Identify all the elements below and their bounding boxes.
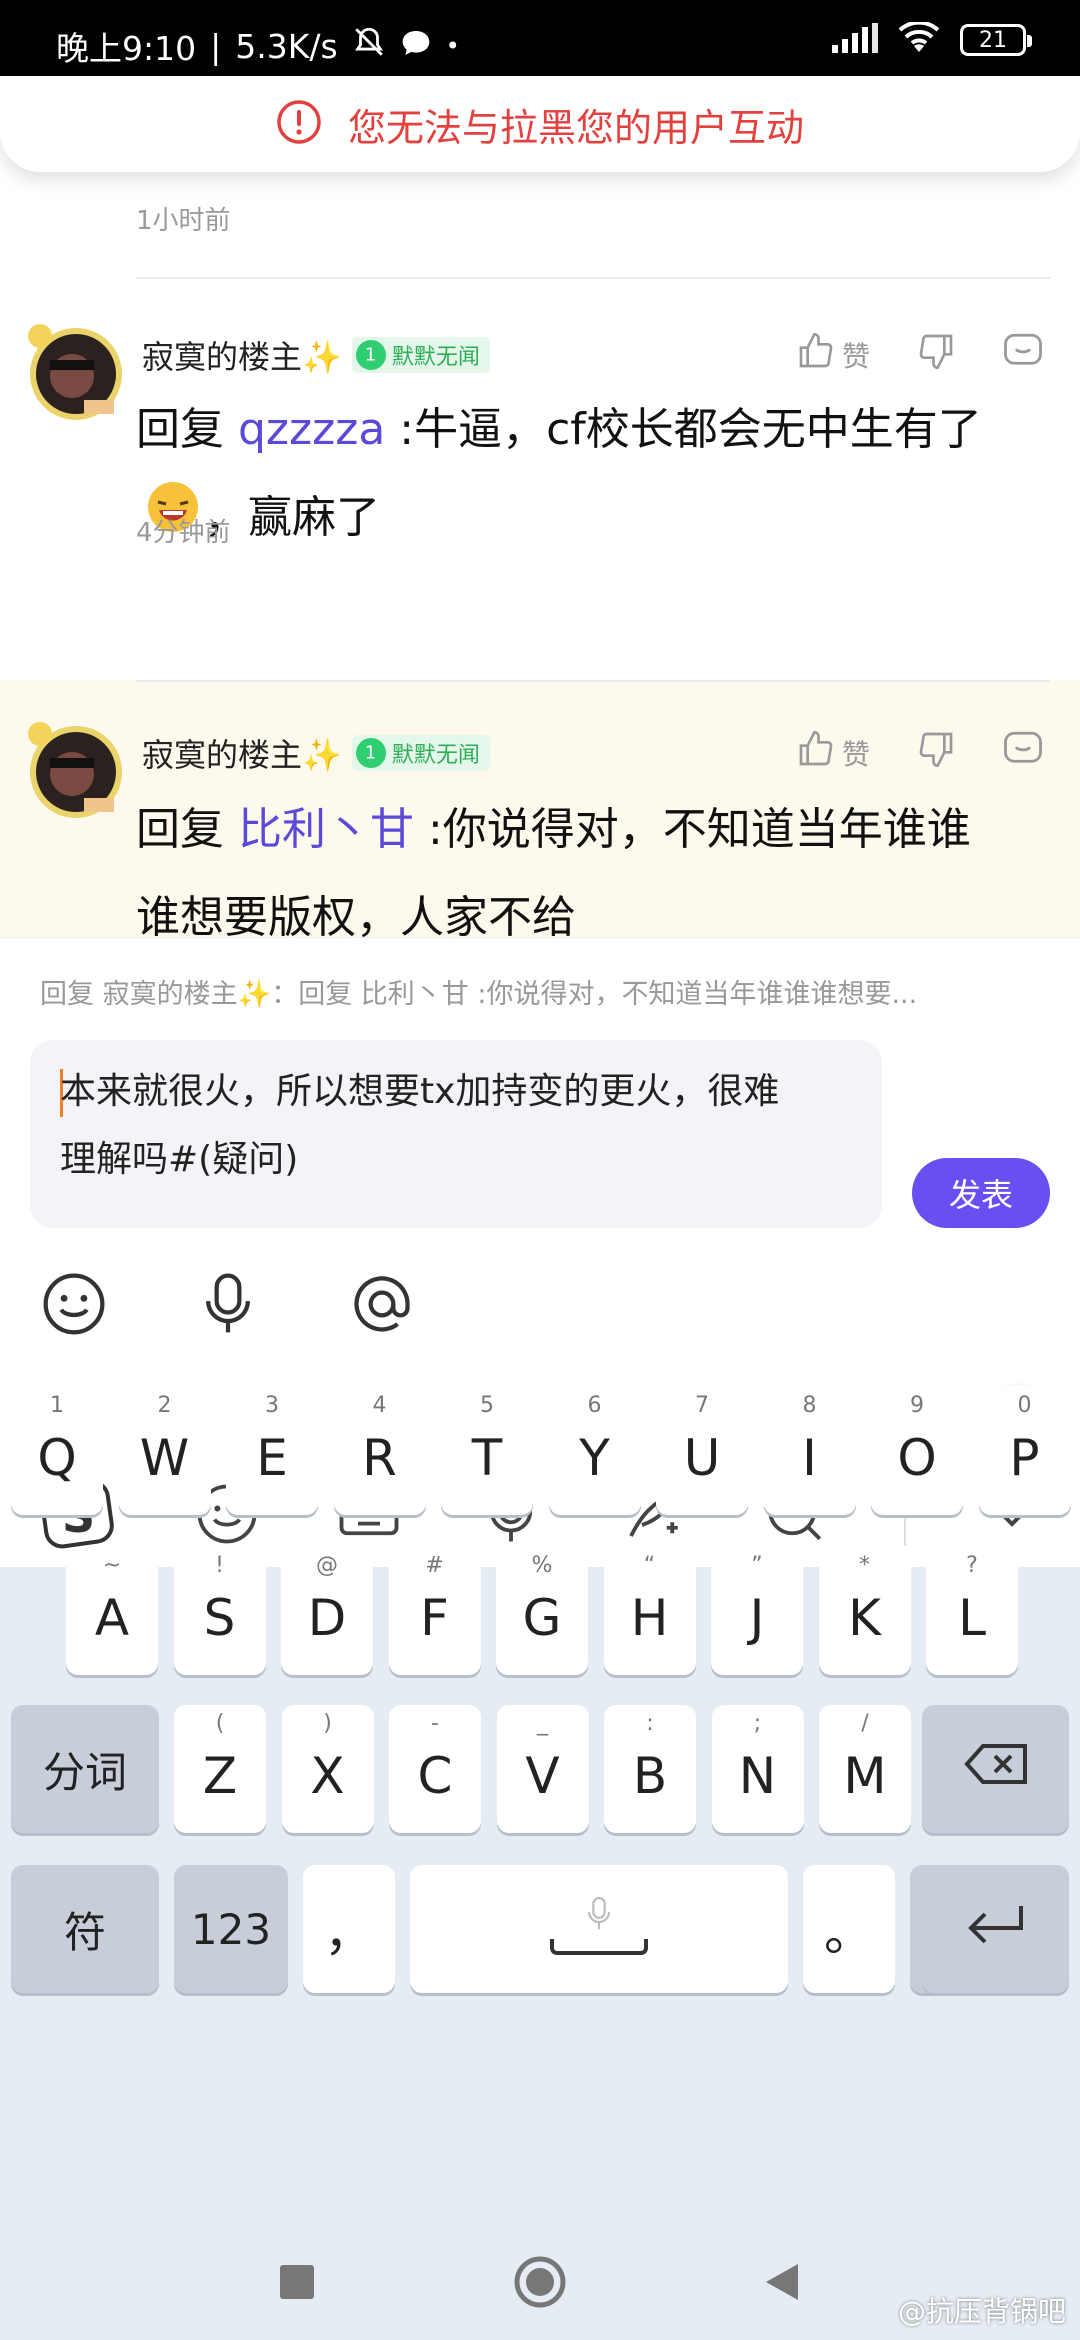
reply-target: 回复 寂寞的楼主✨：回复 比利丶甘 :你说得对，不知道当年谁谁谁想要... <box>40 979 918 1010</box>
key-p[interactable]: 0P <box>978 1387 1071 1515</box>
comment-actions: 赞 <box>796 728 1044 777</box>
dislike-button[interactable] <box>916 331 956 378</box>
key-b[interactable]: :B <box>604 1705 696 1833</box>
key-u[interactable]: 7U <box>656 1387 748 1515</box>
key-space[interactable] <box>410 1865 788 1993</box>
status-time: 晚上9:10 <box>56 29 197 68</box>
thumbs-up-icon <box>796 331 836 378</box>
comment-feed[interactable]: 1小时前 寂寞的楼主✨ 1 默默无闻 赞 回复 qzzzza:牛逼，cf校长都… <box>0 172 1080 937</box>
key-period[interactable]: 。 <box>803 1865 895 1993</box>
home-button[interactable] <box>514 2256 566 2312</box>
dot-icon: • <box>445 32 460 60</box>
network-speed: 5.3K/s <box>235 26 338 66</box>
divider <box>136 277 1050 279</box>
key-backspace[interactable] <box>922 1705 1069 1833</box>
send-button[interactable]: 发表 <box>912 1158 1050 1228</box>
key-w[interactable]: 2W <box>118 1387 211 1515</box>
warning-icon <box>276 99 322 149</box>
key-m[interactable]: / M <box>819 1705 911 1833</box>
battery-icon: 21 <box>960 24 1032 56</box>
recents-button[interactable] <box>280 2265 314 2303</box>
mute-icon <box>352 25 386 67</box>
comment-time: 4分钟前 <box>136 518 231 548</box>
key-e[interactable]: 3E <box>226 1387 318 1515</box>
key-k[interactable]: * K <box>818 1547 911 1675</box>
soft-keyboard: S 1 Q 2 W 3 E 4 R 5 T 6 Y 7 U 8 I 9 O 0 P ~ A! S @ D # F% G “H” J * <box>0 1365 1080 2340</box>
reply-panel: 回复 寂寞的楼主✨：回复 比利丶甘 :你说得对，不知道当年谁谁谁想要... 本来… <box>0 937 1080 1365</box>
comment-item[interactable]: 寂寞的楼主✨ 1 默默无闻 赞 回复 qzzzza :牛逼，cf校长都会无中生有… <box>0 280 1080 572</box>
key-y[interactable]: 6Y <box>548 1387 641 1515</box>
blocked-toast: 您无法与拉黑您的用户互动 <box>0 76 1080 172</box>
watermark: @抗压背锅吧 <box>897 2295 1066 2328</box>
key-d[interactable]: @ D <box>281 1547 373 1675</box>
key-numbers[interactable]: 123 <box>174 1865 288 1993</box>
key-i[interactable]: 8I <box>763 1387 856 1515</box>
key-f[interactable]: # F <box>388 1547 481 1675</box>
backspace-icon <box>963 1740 1029 1798</box>
key-t[interactable]: 5T <box>441 1387 533 1515</box>
comment-author[interactable]: 寂寞的楼主✨ 1 默默无闻 <box>142 332 490 378</box>
dislike-button[interactable] <box>916 729 956 776</box>
key-l[interactable]: ? L <box>926 1547 1018 1675</box>
key-comma[interactable]: ， <box>303 1865 395 1993</box>
key-o[interactable]: 9O <box>871 1387 963 1515</box>
reply-toolbar <box>40 1270 416 1342</box>
divider <box>136 680 1050 682</box>
at-mention-icon[interactable] <box>348 1270 416 1342</box>
toast-message: 您无法与拉黑您的用户互动 <box>347 105 804 150</box>
signal-icon <box>832 23 878 57</box>
key-g[interactable]: % G <box>496 1547 588 1675</box>
reply-input[interactable]: 本来就很火，所以想要tx加持变的更火，很难 理解吗#(疑问) <box>30 1040 882 1228</box>
reply-icon[interactable] <box>1002 728 1044 777</box>
comment-text: 回复 比利丶甘 :你说得对，不知道当年谁谁 谁想要版权，人家不给 <box>136 804 971 937</box>
avatar[interactable] <box>22 718 130 826</box>
avatar[interactable] <box>22 320 130 428</box>
thumbs-up-icon <box>796 729 836 776</box>
mention-link[interactable]: 比利丶甘 <box>238 804 414 855</box>
key-h[interactable]: “H <box>603 1547 696 1675</box>
key-c[interactable]: -C <box>389 1705 481 1833</box>
comment-author[interactable]: 寂寞的楼主✨ 1 默默无闻 <box>142 730 490 776</box>
level-badge: 1 默默无闻 <box>349 333 490 377</box>
key-s[interactable]: ! S <box>173 1547 266 1675</box>
reply-icon[interactable] <box>1002 330 1044 379</box>
like-button[interactable]: 赞 <box>796 331 870 378</box>
key-fenci[interactable]: 分词 <box>11 1705 159 1833</box>
key-v[interactable]: _ V <box>496 1705 589 1833</box>
key-symbols[interactable]: 符 <box>11 1865 159 1993</box>
like-button[interactable]: 赞 <box>796 729 870 776</box>
comment-text: 回复 qzzzza :牛逼，cf校长都会无中生有了 ，赢麻了 <box>136 386 1056 564</box>
wifi-icon <box>898 20 940 58</box>
comment-time: 1小时前 <box>136 206 231 236</box>
emoji-icon[interactable] <box>40 1270 108 1342</box>
key-a[interactable]: ~ A <box>66 1547 158 1675</box>
microphone-icon[interactable] <box>194 1270 262 1342</box>
key-n[interactable]: ; N <box>711 1705 804 1833</box>
mention-link[interactable]: qzzzza <box>238 404 385 455</box>
key-x[interactable]: ) X <box>281 1705 374 1833</box>
level-badge: 1 默默无闻 <box>349 731 490 775</box>
comment-item-highlighted[interactable]: 寂寞的楼主✨ 1 默默无闻 赞 回复 比利丶甘 :你说得对，不知道当年谁谁 谁想… <box>0 680 1080 937</box>
key-q[interactable]: 1Q <box>11 1387 103 1515</box>
space-bar-icon <box>549 1909 649 1967</box>
comment-actions: 赞 <box>796 330 1044 379</box>
key-r[interactable]: 4R <box>333 1387 426 1515</box>
back-button[interactable] <box>762 2262 800 2306</box>
key-enter[interactable] <box>922 1865 1069 1993</box>
chat-bubble-icon <box>400 27 432 66</box>
key-j[interactable]: ” J <box>711 1547 803 1675</box>
key-z[interactable]: (Z <box>174 1705 266 1833</box>
enter-icon <box>963 1900 1029 1958</box>
